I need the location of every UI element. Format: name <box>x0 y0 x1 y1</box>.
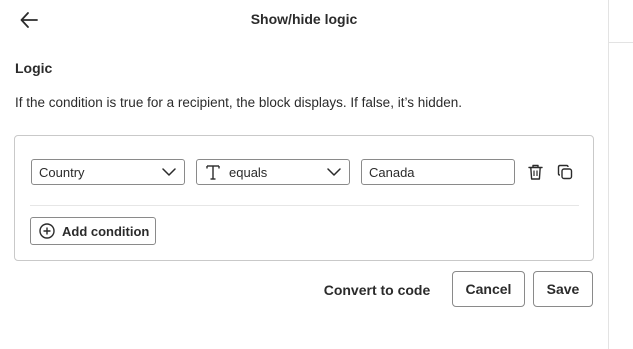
field-select[interactable]: Country <box>31 159 185 185</box>
operator-select-value: equals <box>229 164 268 180</box>
add-condition-label: Add condition <box>62 223 150 239</box>
copy-icon <box>557 164 573 180</box>
save-button-label: Save <box>546 281 580 297</box>
cancel-button[interactable]: Cancel <box>452 271 525 307</box>
show-hide-logic-panel: Show/hide logic Logic If the condition i… <box>0 0 608 349</box>
duplicate-condition-button[interactable] <box>554 161 576 183</box>
field-select-value: Country <box>39 164 85 180</box>
condition-group: Country equals Canada Add condition <box>14 135 594 261</box>
plus-circle-icon <box>31 223 62 239</box>
adjacent-panel-divider <box>609 42 633 43</box>
cancel-button-label: Cancel <box>465 281 512 297</box>
logic-description: If the condition is true for a recipient… <box>15 95 462 110</box>
trash-icon <box>527 164 543 180</box>
condition-divider <box>30 205 579 206</box>
delete-condition-button[interactable] <box>524 161 546 183</box>
text-type-icon <box>197 164 220 180</box>
logic-heading: Logic <box>15 60 53 76</box>
page-title: Show/hide logic <box>250 11 358 27</box>
operator-select[interactable]: equals <box>196 159 350 185</box>
chevron-down-icon <box>154 168 184 176</box>
convert-to-code-button[interactable]: Convert to code <box>318 282 436 298</box>
adjacent-panel-edge <box>608 0 633 349</box>
save-button[interactable]: Save <box>533 271 593 307</box>
value-input[interactable] <box>361 159 515 185</box>
add-condition-button[interactable]: Add condition <box>30 217 156 245</box>
chevron-down-icon <box>319 168 349 176</box>
